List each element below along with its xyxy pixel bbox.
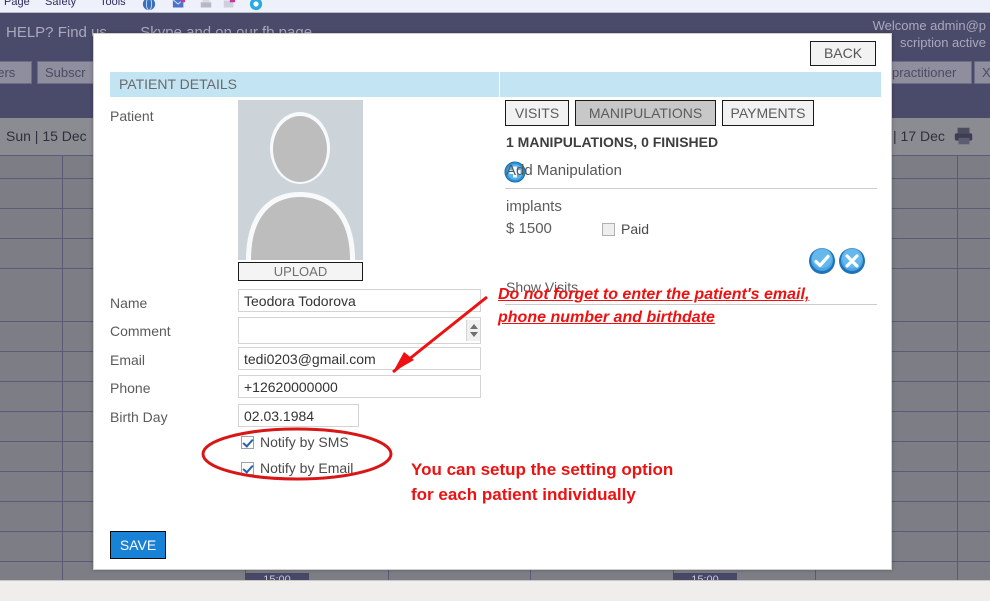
comment-label: Comment (110, 323, 171, 339)
notify-sms-checkbox[interactable] (241, 436, 254, 449)
mail-icon[interactable] (172, 0, 186, 11)
patient-photo-label: Patient (110, 108, 154, 124)
calendar-date-start: Sun | 15 Dec (6, 128, 87, 144)
browser-menu-page[interactable]: Page (4, 0, 30, 8)
email-input[interactable] (238, 347, 481, 370)
birthday-label: Birth Day (110, 409, 168, 425)
paid-label: Paid (621, 221, 650, 237)
calendar-date-end: | 17 Dec (893, 128, 945, 144)
page-icon[interactable] (222, 0, 236, 11)
help-icon[interactable] (249, 0, 263, 11)
manipulation-name: implants (506, 198, 562, 215)
save-button[interactable]: SAVE (110, 531, 166, 559)
manipulation-paid-row[interactable]: Paid (602, 221, 649, 237)
notify-email-row[interactable]: Notify by Email (241, 460, 353, 476)
patient-photo[interactable] (238, 100, 363, 260)
browser-menu-tools[interactable]: Tools (100, 0, 126, 8)
back-button[interactable]: BACK (810, 41, 876, 66)
birthday-input[interactable] (238, 404, 359, 427)
welcome-line-1: Welcome admin@p (872, 18, 986, 33)
show-visits-link[interactable]: Show Visits (506, 279, 578, 295)
globe-icon[interactable] (142, 0, 156, 11)
nav-tab-subscription[interactable]: Subscr (37, 61, 99, 84)
print-icon[interactable] (199, 0, 213, 11)
upload-photo-button[interactable]: UPLOAD (238, 262, 363, 281)
notify-email-label: Notify by Email (260, 460, 354, 476)
email-label: Email (110, 352, 146, 368)
screen: Page Safety Tools HELP? Find us ___ Skyp… (0, 0, 990, 601)
manipulations-summary: 1 MANIPULATIONS, 0 FINISHED (506, 134, 719, 150)
nav-tab-owners[interactable]: ners (0, 61, 32, 84)
nav-tab-close[interactable]: X (974, 61, 990, 84)
phone-label: Phone (110, 380, 151, 396)
nav-tab-practitioner[interactable]: practitioner (884, 61, 972, 84)
tab-payments[interactable]: PAYMENTS (722, 100, 814, 126)
x-circle-icon[interactable] (838, 247, 866, 275)
tab-manipulations[interactable]: MANIPULATIONS (575, 100, 716, 126)
printer-icon[interactable] (953, 125, 975, 147)
patient-details-dialog: BACK PATIENT DETAILS Patient UPLOAD Name… (93, 33, 892, 570)
browser-menu-safety[interactable]: Safety (45, 0, 76, 8)
name-label: Name (110, 295, 148, 311)
app-footer (0, 580, 990, 601)
name-input[interactable] (238, 289, 481, 312)
phone-input[interactable] (238, 375, 481, 398)
comment-resize-handle[interactable] (466, 320, 480, 341)
notify-email-checkbox[interactable] (241, 462, 254, 475)
manipulation-price: $ 1500 (506, 220, 552, 237)
check-circle-icon[interactable] (808, 247, 836, 275)
patient-details-header: PATIENT DETAILS (110, 72, 499, 97)
add-manipulation-button[interactable]: Add Manipulation (506, 162, 622, 179)
comment-input[interactable] (238, 317, 481, 344)
person-silhouette-icon (238, 100, 363, 260)
tab-visits[interactable]: VISITS (505, 100, 569, 126)
notify-sms-label: Notify by SMS (260, 434, 349, 450)
records-panel-header (500, 72, 881, 97)
divider (505, 188, 877, 189)
divider (505, 304, 877, 305)
notify-sms-row[interactable]: Notify by SMS (241, 434, 349, 450)
browser-command-bar: Page Safety Tools (0, 0, 990, 13)
paid-checkbox[interactable] (602, 223, 615, 236)
